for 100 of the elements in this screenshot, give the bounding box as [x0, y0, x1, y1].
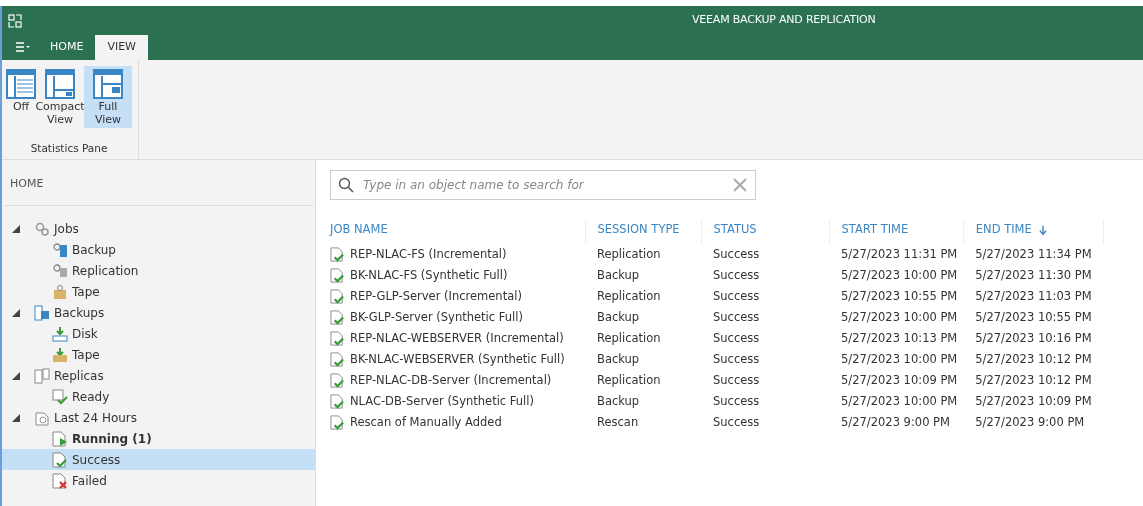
table-cell: Success	[701, 244, 829, 265]
expanded-icon	[12, 308, 20, 317]
expanded-icon	[12, 224, 20, 233]
ribbon-tab[interactable]: HOME	[38, 35, 96, 60]
tree-item[interactable]: Tape	[2, 344, 315, 365]
table-cell-text: BK-NLAC-WEBSERVER (Synthetic Full)	[350, 350, 565, 368]
table-cell-text: 5/27/2023 9:00 PM	[840, 413, 951, 431]
tree-item[interactable]: Replicas	[2, 365, 315, 386]
tree-item[interactable]: Jobs	[2, 218, 315, 239]
column-header[interactable]: STATUS	[701, 220, 829, 244]
table-cell: Replication	[585, 244, 701, 265]
app-logo-icon	[8, 13, 22, 28]
search-icon	[338, 177, 354, 193]
success-icon	[330, 415, 345, 430]
expanded-icon	[12, 371, 20, 380]
group-label: Statistics Pane	[30, 141, 108, 157]
table-cell-text: Replication	[596, 287, 662, 305]
tree-item[interactable]: Last 24 Hours	[2, 407, 315, 428]
table-cell-text: 5/27/2023 10:00 PM	[840, 266, 959, 284]
table-cell-text: 5/27/2023 10:00 PM	[840, 308, 959, 326]
ribbon-button[interactable]: Full View	[84, 66, 132, 129]
table-cell-text: Success	[712, 392, 761, 410]
table-cell-text: Success	[712, 266, 761, 284]
ribbon-button[interactable]: Compact View	[36, 66, 84, 129]
success-icon	[330, 268, 345, 283]
layout-icon	[44, 68, 76, 100]
table-cell-text: Rescan	[596, 413, 640, 431]
item-icon	[52, 430, 68, 447]
item-icon	[52, 241, 68, 258]
layout-icon	[92, 68, 124, 100]
table-cell-text: Backup	[596, 266, 641, 284]
table-cell-text: Success	[712, 350, 761, 368]
table-cell-text: Replication	[596, 329, 662, 347]
column-header[interactable]: START TIME	[829, 220, 964, 244]
tree-item[interactable]: Success	[2, 449, 315, 470]
layout-icon	[5, 68, 37, 100]
table-cell-text: 5/27/2023 10:00 PM	[840, 392, 959, 410]
table-cell-text: REP-NLAC-FS (Incremental)	[350, 245, 507, 263]
item-icon	[52, 346, 68, 363]
table-cell-text: REP-NLAC-WEBSERVER (Incremental)	[350, 329, 564, 347]
success-icon	[330, 352, 345, 367]
table-cell-text: Success	[712, 371, 761, 389]
success-icon	[330, 289, 345, 304]
column-header[interactable]: END TIME	[963, 220, 1104, 244]
search-field[interactable]: Type in an object name to search for	[330, 170, 756, 200]
table-cell-text: REP-NLAC-DB-Server (Incremental)	[350, 371, 552, 389]
table-cell-text: 5/27/2023 10:00 PM	[840, 350, 959, 368]
table-cell: 5/27/2023 11:34 PM	[963, 244, 1104, 265]
table-cell-text: 5/27/2023 10:55 PM	[840, 287, 959, 305]
pane-title: HOME	[4, 160, 313, 206]
success-icon	[330, 394, 345, 409]
table-cell-text: Success	[712, 413, 761, 431]
table-cell-text: 5/27/2023 10:12 PM	[974, 371, 1093, 389]
success-icon	[330, 310, 345, 325]
folder-icon	[34, 409, 50, 426]
tree-item[interactable]: Backups	[2, 302, 315, 323]
tree-item[interactable]: Replication	[2, 260, 315, 281]
table-cell-text: Replication	[596, 371, 662, 389]
tree-item[interactable]: Ready	[2, 386, 315, 407]
item-icon	[52, 262, 68, 279]
table-cell-text: Success	[712, 329, 761, 347]
success-icon	[330, 331, 345, 346]
table-cell-text: Success	[712, 287, 761, 305]
tree-item[interactable]: Running (1)	[2, 428, 315, 449]
table-cell-text: BK-GLP-Server (Synthetic Full)	[350, 308, 523, 326]
table-cell-text: 5/27/2023 10:09 PM	[840, 371, 959, 389]
tree-item[interactable]: Backup	[2, 239, 315, 260]
table-cell-text: 5/27/2023 10:12 PM	[974, 350, 1093, 368]
ribbon-tab[interactable]: VIEW	[95, 35, 148, 60]
table-cell-text: NLAC-DB-Server (Synthetic Full)	[350, 392, 534, 410]
success-icon	[330, 373, 345, 388]
table-cell-text: 5/27/2023 10:16 PM	[974, 329, 1093, 347]
table-cell: 5/27/2023 11:31 PM	[829, 244, 964, 265]
table-cell-text: Rescan of Manually Added	[350, 413, 502, 431]
table-cell-text: BK-NLAC-FS (Synthetic Full)	[350, 266, 508, 284]
column-header[interactable]: JOB NAME	[330, 220, 585, 244]
item-icon	[52, 451, 68, 468]
table-cell-text: 5/27/2023 10:09 PM	[974, 392, 1093, 410]
ribbon-button[interactable]: Off	[6, 66, 36, 129]
item-icon	[52, 472, 68, 489]
item-icon	[52, 283, 68, 300]
column-header[interactable]: SESSION TYPE	[585, 220, 701, 244]
tree-item[interactable]: Tape	[2, 281, 315, 302]
success-icon	[330, 247, 345, 262]
table-cell-text: Backup	[596, 350, 641, 368]
table-cell-text: REP-GLP-Server (Incremental)	[350, 287, 522, 305]
table-cell-text: 5/27/2023 11:30 PM	[974, 266, 1093, 284]
table-cell-text: 5/27/2023 11:03 PM	[974, 287, 1093, 305]
table-cell-text: Backup	[596, 392, 641, 410]
table-cell-text: 5/27/2023 10:55 PM	[974, 308, 1093, 326]
expanded-icon	[12, 413, 20, 422]
tree-item[interactable]: Disk	[2, 323, 315, 344]
table-cell-text: 5/27/2023 9:00 PM	[974, 413, 1086, 431]
folder-icon	[34, 220, 50, 237]
menu-icon	[16, 42, 30, 53]
table-cell-text: 5/27/2023 10:13 PM	[840, 329, 959, 347]
clear-icon[interactable]	[733, 178, 747, 192]
tree-item[interactable]: Failed	[2, 470, 315, 491]
item-icon	[52, 325, 68, 342]
window-title: VEEAM BACKUP AND REPLICATION	[692, 12, 876, 29]
